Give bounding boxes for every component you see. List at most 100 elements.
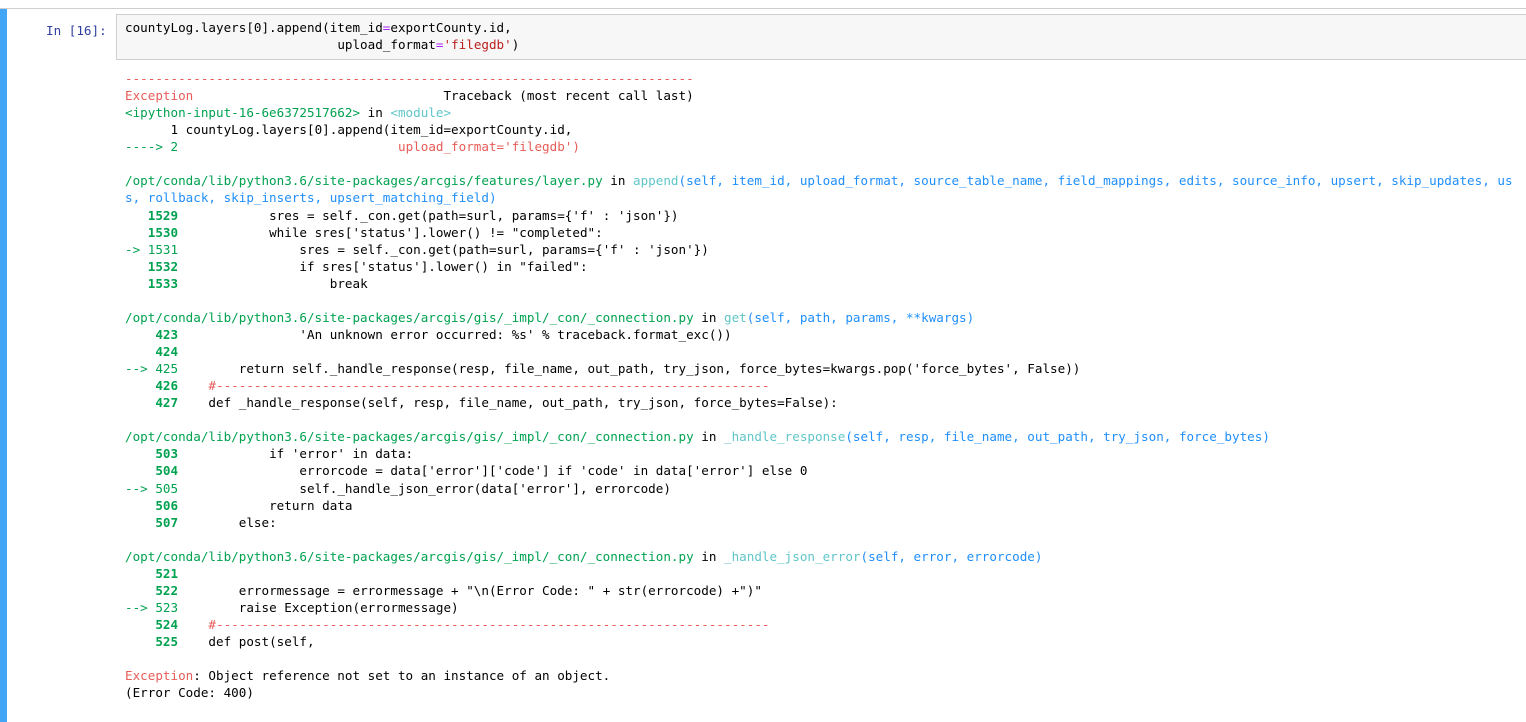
line-number: 522: [155, 582, 179, 598]
line-number: 504: [155, 463, 179, 479]
exception-message: : Object reference not set to an instanc…: [193, 668, 611, 684]
frame4-line: 524 #-----------------------------------…: [125, 616, 1526, 633]
line-number: 525: [155, 634, 179, 650]
traceback-label: Traceback (most recent call last): [443, 88, 694, 104]
frame4-line: 525 def post(self,: [125, 633, 1526, 650]
notebook-cell[interactable]: In [16]: countyLog.layers[0].append(item…: [0, 9, 1526, 722]
line-code: if 'error' in data:: [178, 446, 414, 462]
code-input[interactable]: countyLog.layers[0].append(item_id=expor…: [116, 14, 1526, 60]
frame1-line: 1532 if sres['status'].lower() in "faile…: [125, 258, 1526, 275]
line-code: countyLog.layers[0].append(item_id=expor…: [178, 122, 573, 138]
code-line-2: upload_format='filegdb'): [125, 36, 1526, 53]
frame-header-2: /opt/conda/lib/python3.6/site-packages/a…: [125, 309, 1526, 326]
frame3-line: 503 if 'error' in data:: [125, 445, 1526, 462]
arrow: -->: [125, 599, 156, 615]
line-number: 2: [170, 139, 179, 155]
frame-signature: (self, path, params, **kwargs): [746, 309, 975, 325]
arrow: -->: [125, 361, 156, 377]
in-word: in: [602, 173, 634, 189]
line-number: 507: [155, 514, 179, 530]
frame4-line: 522 errormessage = errormessage + "\n(Er…: [125, 582, 1526, 599]
frame-header-1-cont: s, rollback, skip_inserts, upsert_matchi…: [125, 189, 1526, 206]
line-number: 521: [155, 565, 179, 581]
line-code: def _handle_response(self, resp, file_na…: [178, 395, 838, 411]
frame4-line: --> 523 raise Exception(errormessage): [125, 599, 1526, 616]
line-code: #---------------------------------------…: [178, 378, 770, 394]
frame-file: <ipython-input-16-6e6372517662>: [125, 105, 361, 121]
dashes: ----------------------------------------…: [125, 71, 694, 86]
frame0-line: 1 countyLog.layers[0].append(item_id=exp…: [125, 121, 1526, 138]
traceback-separator: ----------------------------------------…: [125, 70, 1526, 87]
frame2-line: 427 def _handle_response(self, resp, fil…: [125, 394, 1526, 411]
exception-name: Exception: [125, 88, 194, 104]
line-code: while sres['status'].lower() != "complet…: [178, 224, 603, 240]
line-code: else:: [178, 514, 277, 530]
frame-func: <module>: [390, 105, 452, 121]
line-number: 524: [155, 617, 179, 632]
line-number: 423: [155, 326, 179, 342]
frame1-line: 1529 sres = self._con.get(path=surl, par…: [125, 207, 1526, 224]
line-number: 1: [170, 122, 179, 138]
frame-func: get: [724, 309, 747, 325]
arrow: [125, 463, 155, 478]
line-code-highlight: upload_format='filegdb'): [397, 139, 580, 155]
arrow: [125, 122, 171, 137]
line-code: break: [178, 275, 368, 291]
line-code: raise Exception(errormessage): [178, 599, 459, 615]
line-code: 'An unknown error occurred: %s' % traceb…: [178, 326, 732, 342]
input-prompt: In [16]:: [46, 23, 107, 38]
error-code: (Error Code: 400): [125, 685, 254, 701]
line-number: 505: [155, 480, 179, 496]
final-exception: Exception: Object reference not set to a…: [125, 667, 1526, 684]
line-code: sres = self._con.get(path=surl, params={…: [178, 241, 709, 257]
frame-func: append: [633, 173, 679, 189]
line-number: 1532: [147, 258, 179, 274]
in-word: in: [693, 548, 724, 564]
line-number: 1531: [147, 241, 179, 257]
arrow: [125, 225, 148, 240]
exception-name: Exception: [125, 668, 194, 684]
arrow: [125, 515, 155, 530]
frame-file: /opt/conda/lib/python3.6/site-packages/a…: [125, 173, 603, 189]
arrow: [125, 498, 155, 513]
arrow: [125, 395, 155, 410]
arrow: ->: [125, 241, 148, 257]
code-string: 'filegdb': [443, 37, 512, 52]
code-kwarg: upload_format: [337, 37, 436, 52]
frame4-line: 521: [125, 565, 1526, 582]
code-text: ): [511, 37, 520, 52]
line-code: #---------------------------------------…: [178, 617, 770, 632]
in-word: in: [360, 105, 391, 121]
frame-header-1: /opt/conda/lib/python3.6/site-packages/a…: [125, 172, 1526, 189]
final-error-code: (Error Code: 400): [125, 684, 1526, 701]
line-number: 1530: [147, 224, 179, 240]
arrow: [125, 327, 155, 342]
arrow: [125, 208, 148, 223]
frame1-line: -> 1531 sres = self._con.get(path=surl, …: [125, 241, 1526, 258]
arrow: [125, 446, 155, 461]
frame-func: _handle_response: [724, 429, 846, 445]
frame0-line: ----> 2 upload_format='filegdb'): [125, 138, 1526, 155]
arrow: [125, 259, 148, 274]
frame-header-0: <ipython-input-16-6e6372517662> in <modu…: [125, 104, 1526, 121]
code-line-1: countyLog.layers[0].append(item_id=expor…: [125, 19, 1526, 36]
line-code: return data: [178, 497, 353, 513]
arrow: -->: [125, 480, 156, 496]
pad: [193, 88, 443, 103]
arrow: [125, 276, 148, 291]
line-number: 1533: [147, 275, 179, 291]
code-text: exportCounty.id,: [390, 20, 512, 35]
frame-signature: s, rollback, skip_inserts, upsert_matchi…: [125, 190, 497, 206]
line-code: return self._handle_response(resp, file_…: [178, 361, 1081, 377]
in-word: in: [693, 429, 724, 445]
frame-header-3: /opt/conda/lib/python3.6/site-packages/a…: [125, 428, 1526, 445]
frame3-line: 507 else:: [125, 514, 1526, 531]
frame3-line: 506 return data: [125, 497, 1526, 514]
frame2-line: --> 425 return self._handle_response(res…: [125, 360, 1526, 377]
frame-file: /opt/conda/lib/python3.6/site-packages/a…: [125, 429, 694, 445]
traceback-output: ----------------------------------------…: [125, 70, 1526, 701]
line-number: 424: [155, 344, 179, 359]
traceback-header: Exception Traceback (most recent call la…: [125, 87, 1526, 104]
